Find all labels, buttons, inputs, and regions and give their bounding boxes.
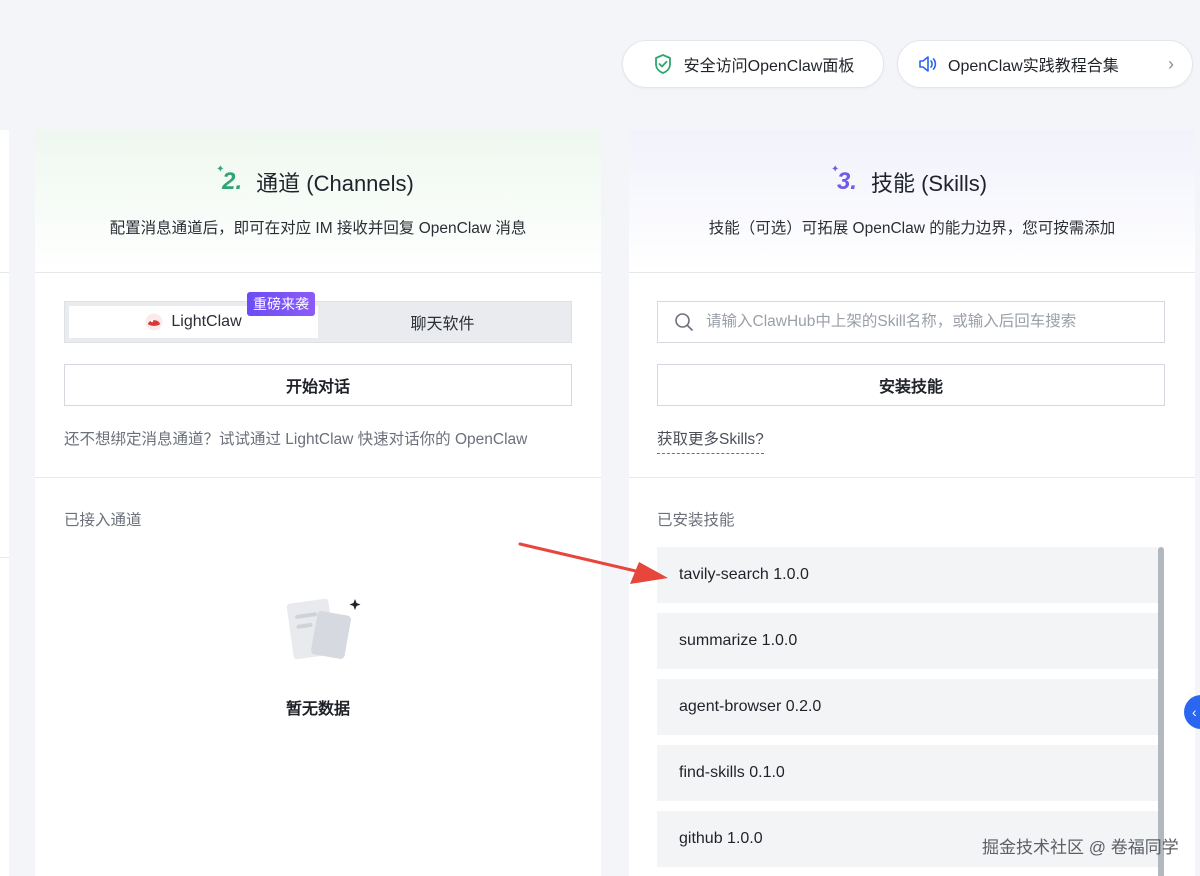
secure-access-label: 安全访问OpenClaw面板 (683, 58, 855, 75)
channels-card: ✦ 2. 通道 (Channels) 配置消息通道后，即可在对应 IM 接收并回复… (35, 130, 601, 876)
sparkle-icon: ✦ (830, 164, 840, 175)
step-number: ✦ 3. (830, 164, 857, 195)
speaker-icon (916, 53, 938, 75)
skill-item[interactable]: tavily-search 1.0.0 (657, 547, 1159, 603)
chevron-left-icon: ‹ (1192, 704, 1197, 720)
annotation-arrow-icon (518, 542, 668, 584)
more-skills-link[interactable]: 获取更多Skills? (657, 427, 764, 454)
divider (0, 272, 9, 273)
skill-item[interactable]: find-skills 0.1.0 (657, 745, 1159, 801)
skill-item-label: find-skills 0.1.0 (679, 764, 785, 781)
channels-controls: LightClaw 聊天软件 重磅来袭 开始对话 还不想绑定消息通道？试试通过 … (35, 273, 601, 478)
skills-header: ✦ 3. 技能 (Skills) 技能（可选）可拓展 OpenClaw 的能力边界… (629, 130, 1195, 273)
channels-header: ✦ 2. 通道 (Channels) 配置消息通道后，即可在对应 IM 接收并回复… (35, 130, 601, 273)
skills-subtitle: 技能（可选）可拓展 OpenClaw 的能力边界，您可按需添加 (708, 220, 1116, 237)
lightclaw-logo-icon (145, 313, 163, 331)
skill-item[interactable]: agent-browser 0.2.0 (657, 679, 1159, 735)
install-skill-button[interactable]: 安装技能 (657, 364, 1165, 406)
skill-item[interactable]: summarize 1.0.0 (657, 613, 1159, 669)
tab-chat-apps[interactable]: 聊天软件 (318, 306, 567, 338)
skill-search-input[interactable] (706, 313, 1146, 331)
channels-subtitle: 配置消息通道后，即可在对应 IM 接收并回复 OpenClaw 消息 (109, 220, 527, 237)
skill-item-label: summarize 1.0.0 (679, 632, 798, 649)
step-number: ✦ 2. (216, 164, 243, 195)
empty-text: 暂无数据 (285, 701, 350, 718)
divider (0, 557, 9, 558)
search-icon (674, 312, 694, 332)
previous-step-card (0, 130, 9, 876)
channels-title: 通道 (Channels) (256, 171, 414, 196)
connected-channels-label: 已接入通道 (64, 512, 142, 529)
tutorials-label: OpenClaw实践教程合集 (948, 58, 1119, 75)
channel-tabs: LightClaw 聊天软件 重磅来袭 (64, 292, 572, 343)
chevron-right-icon: › (1168, 53, 1174, 74)
watermark: 掘金技术社区 @ 卷福同学 (982, 838, 1179, 857)
tutorials-button[interactable]: OpenClaw实践教程合集 › (897, 40, 1193, 88)
skill-item-label: agent-browser 0.2.0 (679, 698, 822, 715)
start-chat-button[interactable]: 开始对话 (64, 364, 572, 406)
channels-hint: 还不想绑定消息通道？试试通过 LightClaw 快速对话你的 OpenClaw (64, 431, 528, 448)
tab-chat-apps-label: 聊天软件 (410, 316, 475, 333)
sparkle-icon: ✦ (216, 164, 225, 175)
empty-doc-icon (270, 595, 366, 665)
secure-access-button[interactable]: 安全访问OpenClaw面板 (622, 40, 884, 88)
skills-card: ✦ 3. 技能 (Skills) 技能（可选）可拓展 OpenClaw 的能力边界… (629, 130, 1195, 876)
empty-state: 暂无数据 (35, 595, 601, 719)
shield-check-icon (652, 53, 674, 75)
skills-scrollbar[interactable] (1158, 547, 1164, 876)
skill-item-label: tavily-search 1.0.0 (679, 566, 809, 583)
installed-skills-label: 已安装技能 (657, 512, 735, 529)
new-badge: 重磅来袭 (247, 292, 315, 316)
skills-controls: 安装技能 获取更多Skills? (629, 273, 1195, 478)
skills-title: 技能 (Skills) (870, 171, 988, 196)
skill-search-box[interactable] (657, 301, 1165, 343)
skill-item-label: github 1.0.0 (679, 830, 763, 847)
tab-lightclaw-label: LightClaw (171, 313, 242, 330)
